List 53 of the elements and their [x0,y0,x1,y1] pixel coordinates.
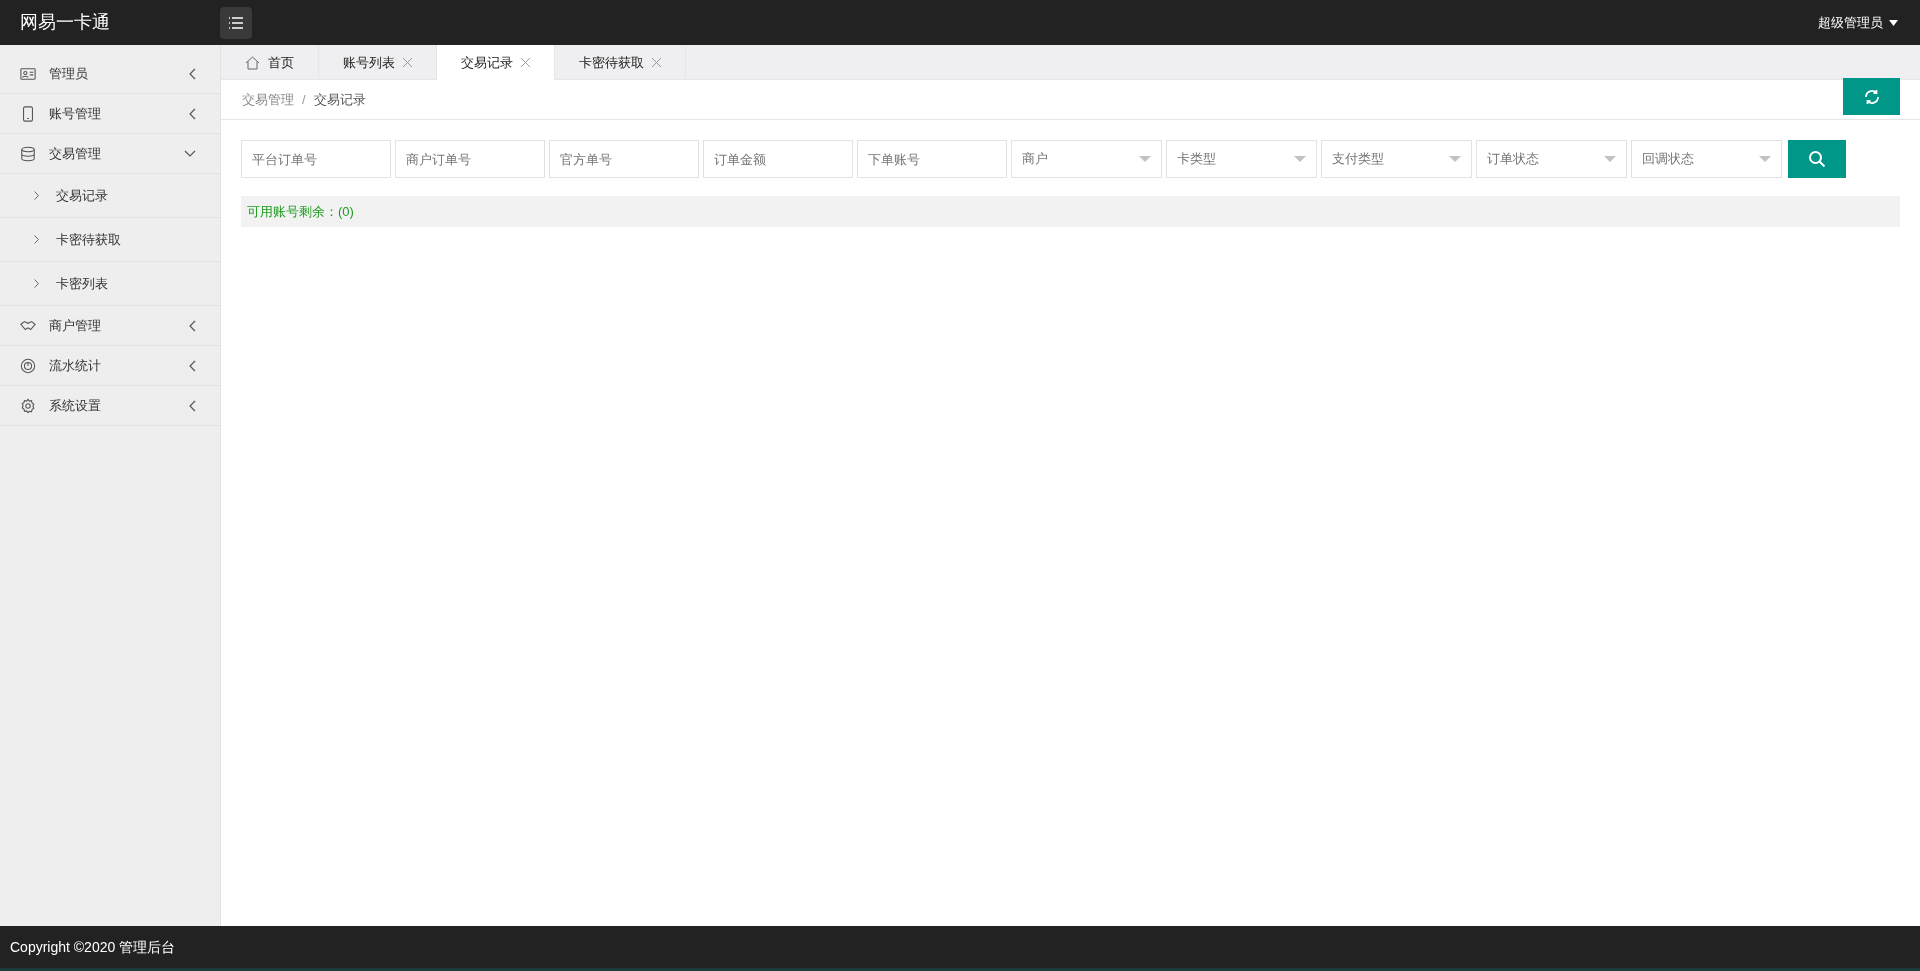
breadcrumb-item[interactable]: 交易管理 [242,89,294,110]
caret-icon [1294,156,1306,162]
caret-icon [1759,156,1771,162]
refresh-icon [1862,87,1881,106]
filter-input[interactable]: 平台订单号 [241,140,391,178]
sidebar-item[interactable]: 管理员 [0,54,220,94]
filter-select[interactable]: 订单状态 [1476,140,1627,178]
available-accounts-notice: 可用账号剩余：(0) [247,202,354,221]
filter-select[interactable]: 商户 [1011,140,1162,178]
sidebar-item[interactable]: 商户管理 [0,306,220,346]
app-title: 网易一卡通 [20,12,110,32]
caret-icon [1889,19,1898,26]
chevron-right-icon [34,279,39,288]
home-icon [245,55,260,70]
caret-icon [1449,156,1461,162]
close-icon[interactable] [521,58,530,67]
breadcrumb-separator: / [302,90,306,109]
filter-select[interactable]: 支付类型 [1321,140,1472,178]
sidebar-subitem[interactable]: 交易记录 [0,174,220,218]
chevron-right-icon [34,191,39,200]
database-icon [20,145,36,162]
gear-icon [20,397,36,414]
filter-input[interactable]: 下单账号 [857,140,1007,178]
tab[interactable]: 首页 [221,45,319,80]
breadcrumb-item: 交易记录 [313,90,366,109]
caret-icon [1139,156,1151,162]
sidebar-item[interactable]: 交易管理 [0,134,220,174]
sidebar-item[interactable]: 账号管理 [0,94,220,134]
tab[interactable]: 交易记录 [437,45,555,80]
filter-select[interactable]: 回调状态 [1631,140,1782,178]
filter-input[interactable]: 订单金额 [703,140,853,178]
search-icon [1808,150,1826,168]
copyright-text: Copyright ©2020 管理后台 [10,937,176,957]
phone-icon [20,105,36,122]
menu-toggle-button[interactable] [220,6,252,39]
filter-select[interactable]: 卡类型 [1166,140,1317,178]
menu-icon [228,16,244,29]
sidebar-subitem[interactable]: 卡密列表 [0,262,220,306]
dial-icon [20,357,36,374]
user-menu[interactable]: 超级管理员 [1818,12,1898,33]
search-button[interactable] [1788,140,1846,178]
chevron-right-icon [34,235,39,244]
sidebar-subitem[interactable]: 卡密待获取 [0,218,220,262]
close-icon[interactable] [403,58,412,67]
filter-input[interactable]: 商户订单号 [395,140,545,178]
caret-icon [1604,156,1616,162]
close-icon[interactable] [652,58,661,67]
refresh-button[interactable] [1843,78,1900,115]
tab[interactable]: 卡密待获取 [555,45,686,80]
sidebar-item[interactable]: 系统设置 [0,386,220,426]
sidebar-item[interactable]: 流水统计 [0,346,220,386]
filter-input[interactable]: 官方单号 [549,140,699,178]
id-card-icon [20,65,36,82]
